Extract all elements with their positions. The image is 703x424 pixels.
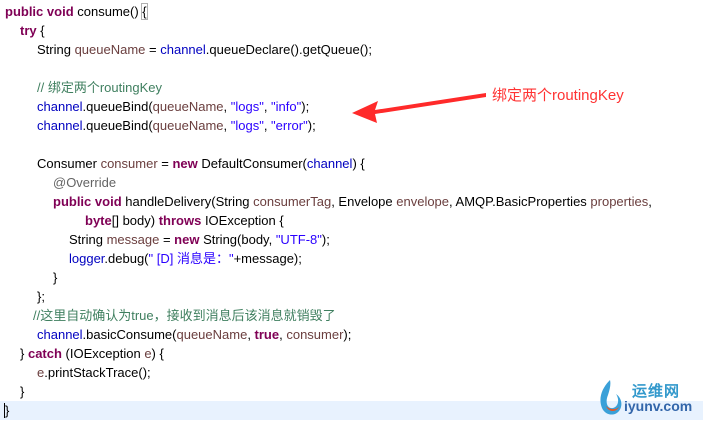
code-line-10[interactable]: @Override (0, 173, 703, 192)
field-ref: logger (69, 251, 105, 266)
annotation: @Override (53, 175, 117, 190)
code-line-1[interactable]: public void consume() { (0, 2, 703, 21)
annotation-label: 绑定两个routingKey (492, 87, 624, 104)
keyword: true (254, 327, 280, 342)
code-text: ); (307, 118, 316, 133)
code-text: .queueDeclare().getQueue(); (205, 42, 372, 57)
code-text: , (263, 118, 272, 133)
code-text: ) { (352, 156, 365, 171)
parameter: consumerTag (253, 194, 332, 209)
code-line-11[interactable]: public void handleDelivery(String consum… (0, 192, 703, 211)
code-text: .queueBind( (82, 118, 153, 133)
code-text: , (247, 327, 255, 342)
code-text: = (145, 42, 161, 57)
keyword: new (172, 156, 198, 171)
code-text: DefaultConsumer( (197, 156, 307, 171)
keyword: try (20, 23, 37, 38)
code-text: , AMQP.BasicProperties (449, 194, 591, 209)
code-line-14[interactable]: logger.debug(" [D] 消息是："+message); (0, 249, 703, 268)
code-line-19[interactable]: } catch (IOException e) { (0, 344, 703, 363)
keyword: catch (27, 346, 62, 361)
parameter: e (144, 346, 152, 361)
code-editor[interactable]: public void consume() { try { String que… (0, 0, 703, 424)
code-text: .basicConsume( (82, 327, 177, 342)
keyword: public (5, 4, 44, 19)
field-ref: channel (160, 42, 206, 57)
string-literal: "UTF-8" (275, 232, 322, 247)
local-variable: queueName (74, 42, 146, 57)
string-literal: " [D] 消息是：" (148, 251, 234, 266)
code-text: }; (37, 289, 45, 304)
code-line-2[interactable]: try { (0, 21, 703, 40)
local-variable: queueName (176, 327, 248, 342)
type-name: Consumer (37, 156, 101, 171)
field-ref: channel (306, 156, 353, 171)
local-variable: consumer (100, 156, 158, 171)
code-text: ); (321, 232, 330, 247)
code-line-13[interactable]: String message = new String(body, "UTF-8… (0, 230, 703, 249)
code-line-16[interactable]: }; (0, 287, 703, 306)
keyword: public (53, 194, 92, 209)
method-name: consume() (73, 4, 143, 19)
code-text: ); (343, 327, 352, 342)
code-text: } (20, 384, 25, 399)
code-text: , (223, 118, 231, 133)
code-text: , Envelope (331, 194, 397, 209)
code-text: ) { (151, 346, 164, 361)
keyword: void (94, 194, 122, 209)
parameter: envelope (396, 194, 450, 209)
matched-brace: { (141, 3, 148, 20)
keyword: throws (158, 213, 202, 228)
code-text: , (263, 99, 272, 114)
code-text: , (648, 194, 652, 209)
site-watermark: 运维网 iyunv.com (592, 376, 702, 420)
code-text: IOException { (201, 213, 284, 228)
parameter: properties (590, 194, 649, 209)
local-variable: consumer (286, 327, 344, 342)
field-ref: channel (37, 99, 83, 114)
string-literal: "logs" (230, 118, 264, 133)
local-variable: message (106, 232, 160, 247)
code-text: .queueBind( (82, 99, 153, 114)
code-text: { (36, 23, 45, 38)
keyword: byte (85, 213, 112, 228)
code-text: (IOException (61, 346, 145, 361)
local-variable: queueName (152, 99, 224, 114)
code-text: +message); (233, 251, 302, 266)
keyword: void (46, 4, 74, 19)
code-text: .debug( (104, 251, 149, 266)
code-text: ); (301, 99, 310, 114)
watermark-logo-icon (600, 380, 622, 415)
code-text: [] body) (111, 213, 159, 228)
code-text: handleDelivery(String (121, 194, 254, 209)
code-text: } (20, 346, 28, 361)
watermark-en: iyunv.com (624, 398, 693, 414)
code-line-17[interactable]: //这里自动确认为true，接收到消息后该消息就销毁了 (0, 306, 703, 325)
code-line-3[interactable]: String queueName = channel.queueDeclare(… (0, 40, 703, 59)
code-line-7[interactable]: channel.queueBind(queueName, "logs", "er… (0, 116, 703, 135)
code-line-12[interactable]: byte[] body) throws IOException { (0, 211, 703, 230)
local-variable: queueName (152, 118, 224, 133)
code-line-9[interactable]: Consumer consumer = new DefaultConsumer(… (0, 154, 703, 173)
code-text: .printStackTrace(); (44, 365, 151, 380)
code-text: , (223, 99, 231, 114)
field-ref: channel (37, 118, 83, 133)
string-literal: "logs" (230, 99, 264, 114)
keyword: new (174, 232, 200, 247)
string-literal: "error" (271, 118, 308, 133)
comment: //这里自动确认为true，接收到消息后该消息就销毁了 (33, 308, 336, 323)
code-text: = (159, 232, 175, 247)
code-line-15[interactable]: } (0, 268, 703, 287)
string-literal: "info" (271, 99, 302, 114)
type-name: String (37, 42, 75, 57)
field-ref: channel (37, 327, 83, 342)
code-line-18[interactable]: channel.basicConsume(queueName, true, co… (0, 325, 703, 344)
code-text: } (5, 403, 10, 418)
code-text: String(body, (199, 232, 276, 247)
code-text: } (53, 270, 58, 285)
comment: // 绑定两个routingKey (37, 80, 162, 95)
code-text: = (157, 156, 173, 171)
type-name: String (69, 232, 107, 247)
